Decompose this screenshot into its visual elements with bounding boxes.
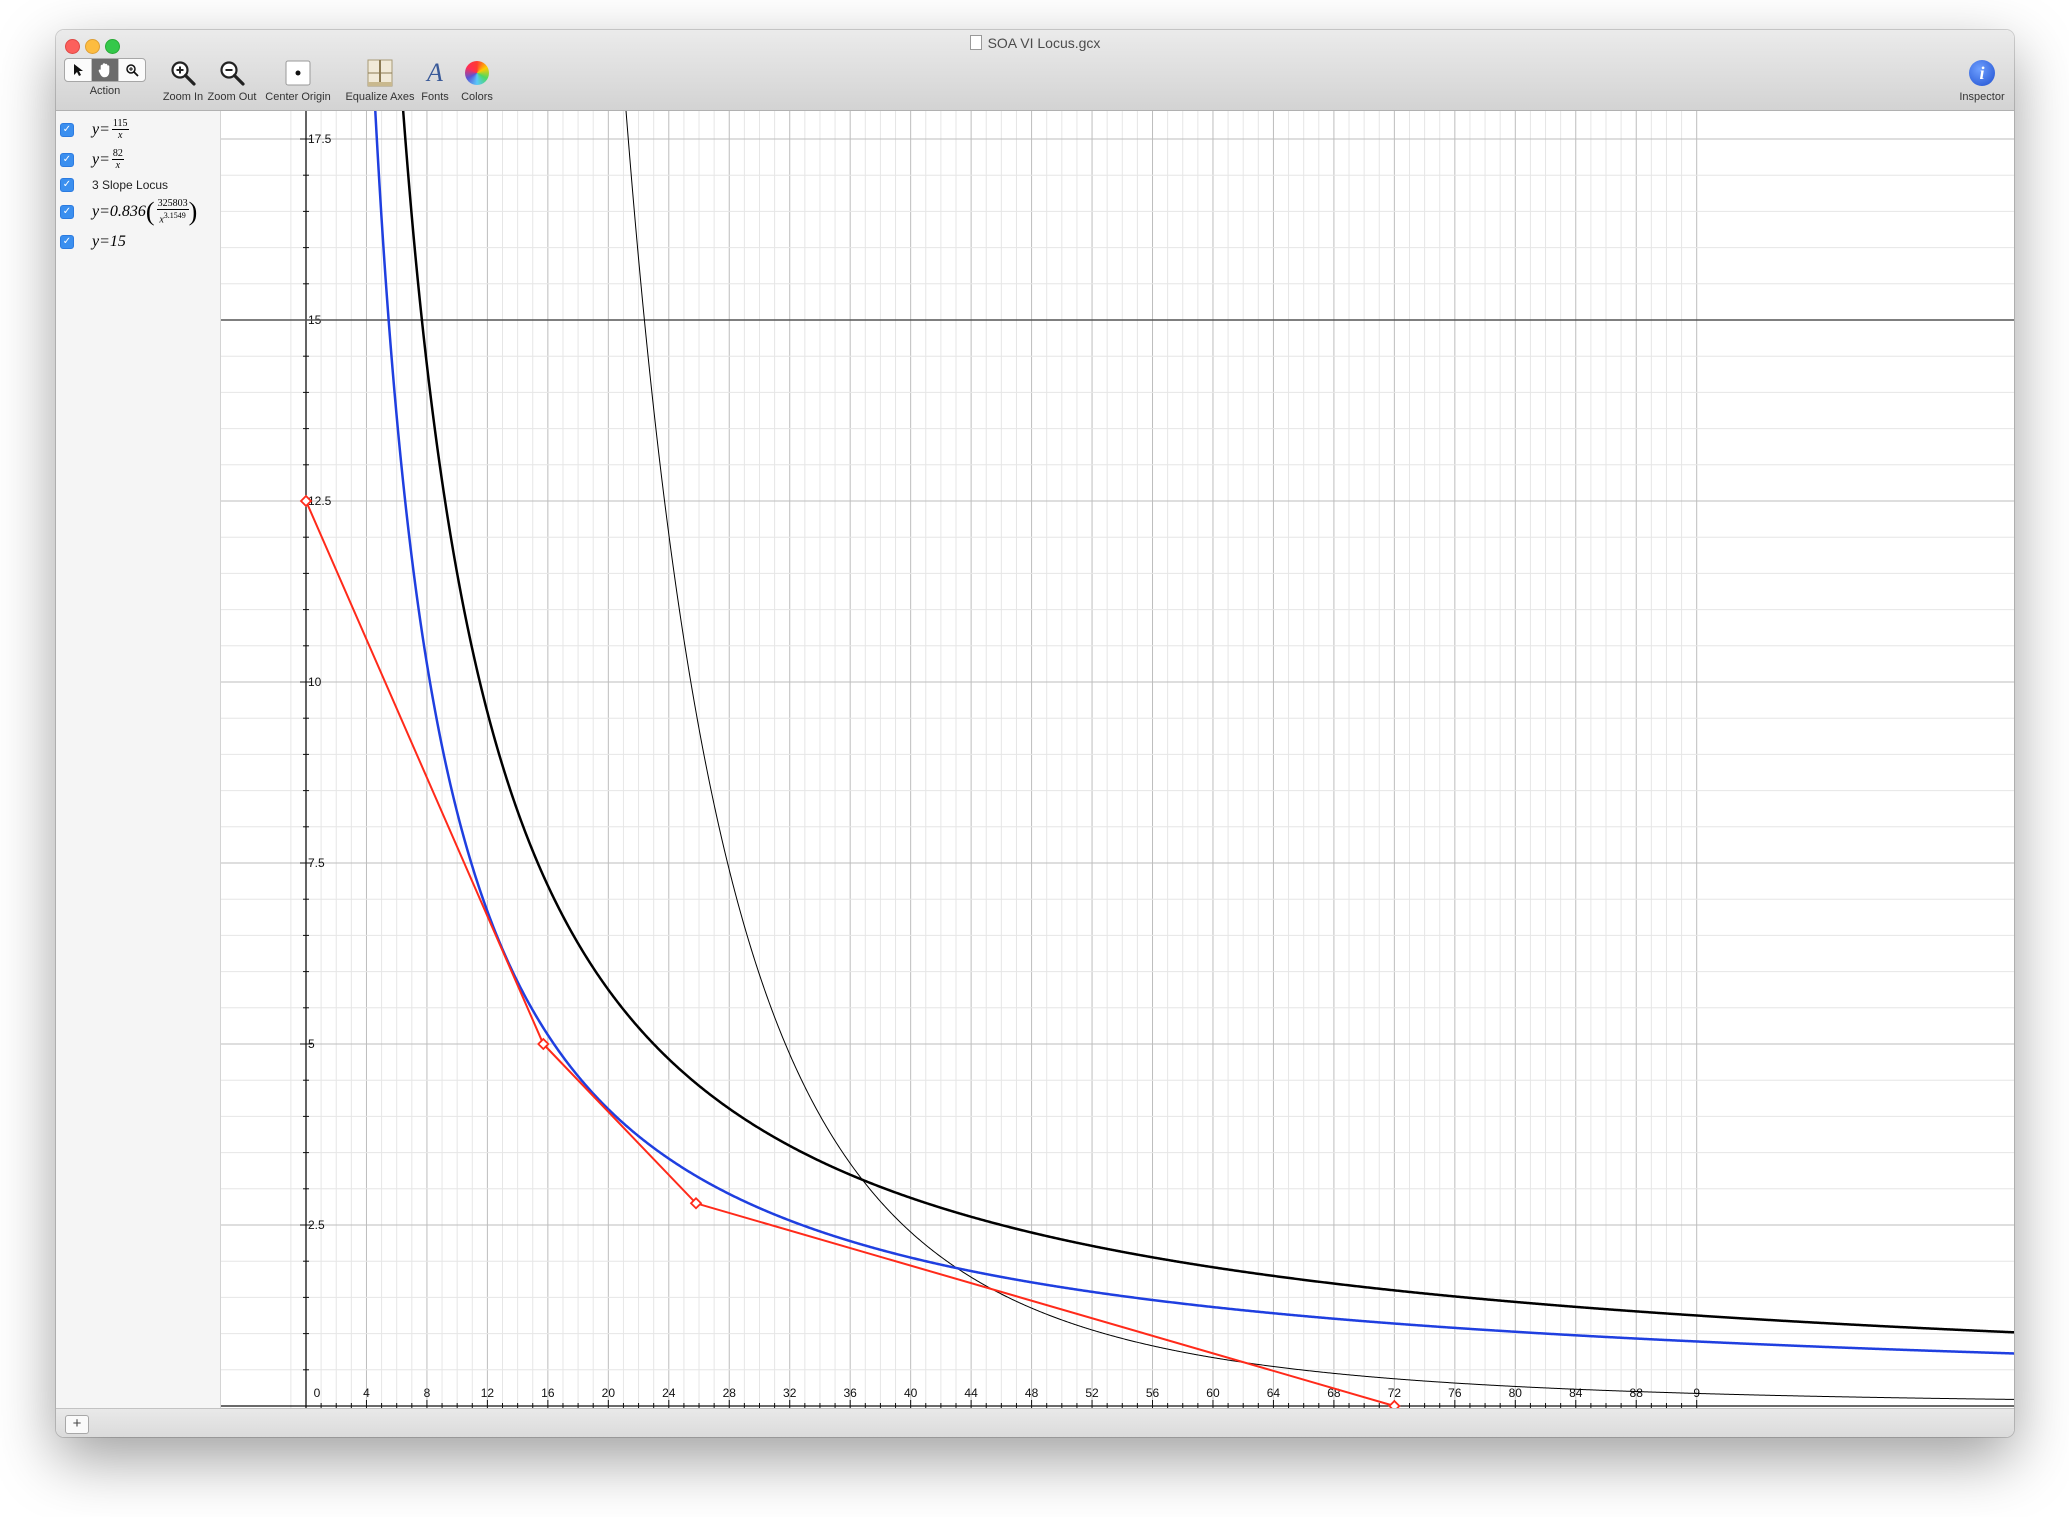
y-tick-label: 17.5 [308, 132, 332, 146]
x-tick-label: 8 [424, 1386, 431, 1400]
action-segmented-control [64, 58, 146, 82]
equation-row[interactable]: ✓ y= 82 x [60, 148, 124, 171]
x-tick-label: 80 [1509, 1386, 1523, 1400]
inspector-button[interactable]: i Inspector [1954, 58, 2010, 103]
series-line-115-over-x [399, 74, 2014, 1334]
fraction: 325803 x3.1549 [156, 198, 189, 226]
graph-canvas[interactable]: 0 4 8 12 16 20 24 28 32 36 40 44 48 52 56 60 64 68 72 76 80 8… [221, 74, 2014, 1425]
equation-row[interactable]: ✓ y=15 [60, 233, 126, 251]
equation-checkbox[interactable]: ✓ [60, 122, 74, 137]
equation-list: ✓ y= 115 x ✓ y= 82 x ✓ 3 Slope Locus ✓ y=0… [56, 111, 221, 1408]
equation-formula: y=0.836 ( 325803 x3.1549 ) [92, 196, 198, 226]
app-window: SOA VI Locus.gcx Action Zoom In Zoom Out… [56, 30, 2014, 1437]
x-tick-label: 16 [541, 1386, 555, 1400]
document-icon [969, 35, 982, 50]
x-tick-label: 36 [844, 1386, 858, 1400]
x-tick-label: 56 [1146, 1386, 1160, 1400]
arrow-icon[interactable] [65, 59, 92, 81]
fonts-icon: A [420, 58, 450, 88]
equation-checkbox[interactable]: ✓ [60, 178, 74, 192]
fraction: 115 x [111, 118, 129, 141]
center-origin-icon [283, 58, 313, 88]
color-wheel-icon [462, 58, 492, 88]
equation-formula: y=15 [92, 233, 126, 250]
zoom-out-button[interactable]: Zoom Out [203, 58, 261, 103]
graph-svg[interactable]: 0 4 8 12 16 20 24 28 32 36 40 44 48 52 56 60 64 68 72 76 80 8… [221, 74, 2014, 1425]
equation-checkbox[interactable]: ✓ [60, 235, 74, 249]
x-tick-label: 4 [363, 1386, 370, 1400]
equation-formula: y= 82 x [92, 148, 124, 171]
bottom-bar: + [56, 1408, 2014, 1437]
equation-checkbox[interactable]: ✓ [60, 152, 74, 167]
x-tick-label: 0 [314, 1386, 321, 1400]
toolbar: SOA VI Locus.gcx Action Zoom In Zoom Out… [56, 30, 2014, 111]
center-origin-button[interactable]: Center Origin [261, 58, 335, 103]
inspector-label: Inspector [1959, 91, 2005, 103]
series-line-82-over-x [372, 76, 2014, 1355]
x-tick-label: 52 [1085, 1386, 1099, 1400]
x-tick-label: 44 [964, 1386, 978, 1400]
x-tick-label: 12 [481, 1386, 495, 1400]
x-tick-label: 60 [1206, 1386, 1220, 1400]
action-label: Action [89, 85, 121, 97]
equation-row[interactable]: ✓ y= 115 x [60, 118, 129, 141]
inspector-glyph: i [1969, 60, 1995, 86]
equalize-axes-icon [365, 58, 395, 88]
x-tick-label: 20 [602, 1386, 616, 1400]
equation-checkbox[interactable]: ✓ [60, 204, 74, 219]
equation-label: 3 Slope Locus [92, 178, 169, 192]
y-tick-label: 2.5 [308, 1218, 325, 1232]
x-tick-label: 88 [1630, 1386, 1644, 1400]
magnify-icon[interactable] [119, 59, 145, 81]
equation-row[interactable]: ✓ y=0.836 ( 325803 x3.1549 ) [60, 198, 197, 225]
info-icon: i [1967, 58, 1997, 88]
window-title-text: SOA VI Locus.gcx [987, 35, 1101, 51]
y-tick-label: 7.5 [308, 856, 325, 870]
x-tick-label: 28 [723, 1386, 737, 1400]
fraction: 82 x [111, 148, 124, 171]
x-tick-label: 64 [1267, 1386, 1281, 1400]
fonts-button[interactable]: A Fonts [417, 58, 453, 103]
hand-icon[interactable] [92, 59, 119, 81]
zoom-out-label: Zoom Out [207, 91, 257, 103]
x-tick-label: 76 [1448, 1386, 1462, 1400]
x-tick-label: 48 [1025, 1386, 1039, 1400]
x-tick-label: 32 [783, 1386, 797, 1400]
equalize-axes-label: Equalize Axes [345, 91, 415, 103]
equation-row[interactable]: ✓ 3 Slope Locus [60, 178, 168, 192]
y-tick-label: 10 [308, 675, 322, 689]
zoom-out-icon [217, 58, 247, 88]
fonts-label: Fonts [421, 91, 449, 103]
center-origin-label: Center Origin [265, 91, 331, 103]
colors-label: Colors [461, 91, 493, 103]
equalize-axes-button[interactable]: Equalize Axes [343, 58, 417, 103]
window-title: SOA VI Locus.gcx [56, 35, 2014, 51]
fonts-glyph: A [427, 58, 443, 87]
x-tick-label: 84 [1569, 1386, 1583, 1400]
x-tick-label: 24 [662, 1386, 676, 1400]
x-tick-label: 72 [1388, 1386, 1402, 1400]
y-tick-label: 5 [308, 1037, 315, 1051]
colors-button[interactable]: Colors [456, 58, 498, 103]
zoom-in-icon [168, 58, 198, 88]
action-tools: Action [64, 58, 146, 97]
equation-formula: y= 115 x [92, 118, 129, 141]
add-equation-button[interactable]: + [65, 1415, 89, 1434]
x-tick-label: 40 [904, 1386, 918, 1400]
